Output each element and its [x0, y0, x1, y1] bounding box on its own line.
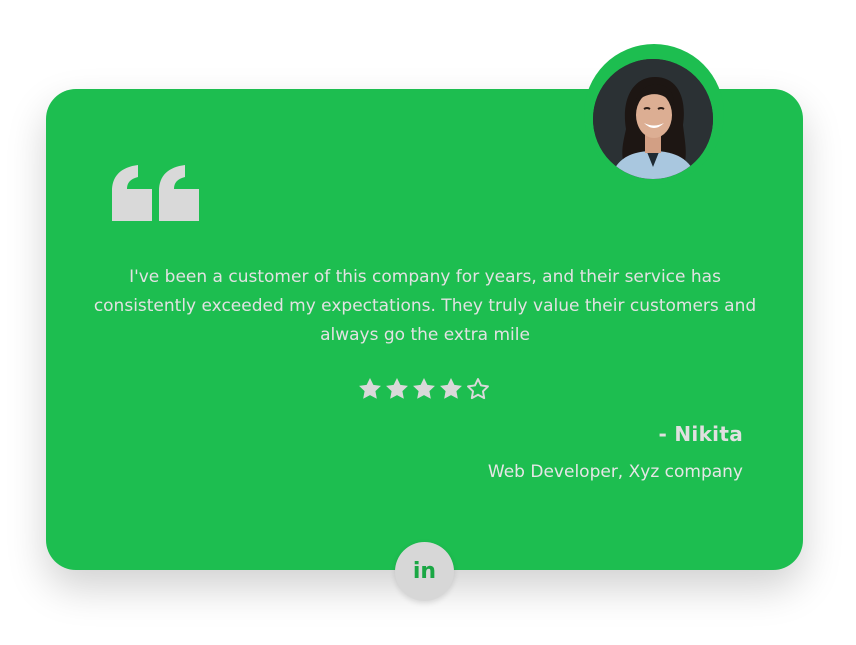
author-name: - Nikita	[658, 422, 743, 446]
avatar-photo	[593, 59, 713, 179]
linkedin-label: in	[412, 559, 437, 584]
star-outline-icon	[467, 378, 489, 400]
star-icon	[440, 377, 462, 399]
author-role: Web Developer, Xyz company	[487, 462, 743, 482]
testimonial-text: I've been a customer of this company for…	[93, 267, 757, 345]
quote-icon	[112, 165, 199, 221]
star-icon	[413, 377, 435, 399]
linkedin-icon[interactable]: in	[395, 542, 454, 601]
star-rating	[357, 376, 491, 402]
avatar	[593, 59, 713, 179]
star-icon	[359, 377, 381, 399]
star-icon	[386, 377, 408, 399]
testimonial-stage: I've been a customer of this company for…	[0, 0, 856, 645]
